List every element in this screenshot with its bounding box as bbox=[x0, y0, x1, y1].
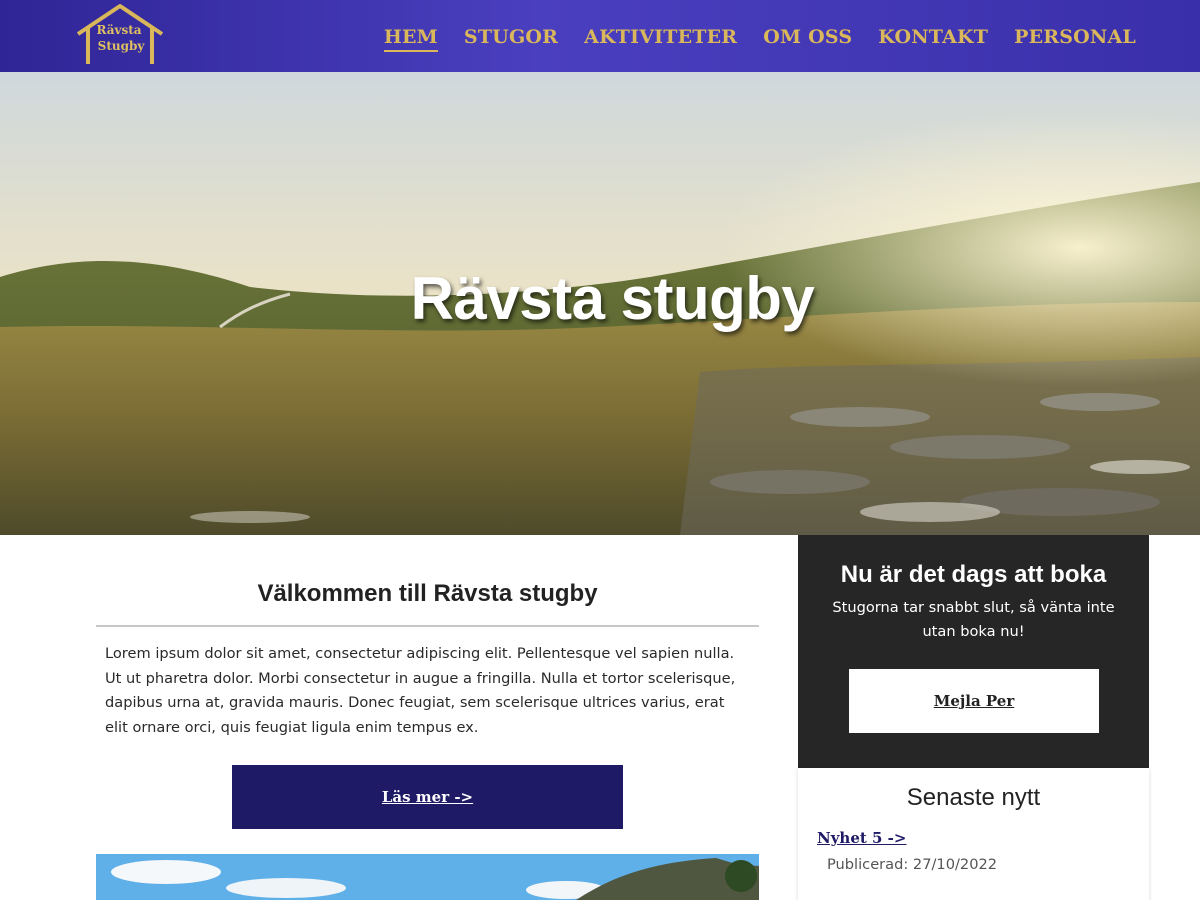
main-nav: HEM STUGOR AKTIVITETER OM OSS KONTAKT PE… bbox=[358, 26, 1136, 52]
site-logo[interactable]: Rävsta Stugby bbox=[74, 2, 166, 68]
nav-item-om-oss[interactable]: OM OSS bbox=[763, 26, 852, 52]
hero-banner: Rävsta stugby bbox=[0, 72, 1200, 535]
nav-item-stugor[interactable]: STUGOR bbox=[464, 26, 558, 52]
welcome-text: Lorem ipsum dolor sit amet, consectetur … bbox=[105, 645, 736, 736]
mountain-lake-image bbox=[96, 854, 759, 900]
logo-text-line1: Rävsta bbox=[96, 23, 142, 37]
news-title: Senaste nytt bbox=[906, 784, 1041, 811]
logo-text-line2: Stugby bbox=[97, 39, 145, 53]
welcome-heading: Välkommen till Rävsta stugby bbox=[257, 580, 598, 607]
news-item-link[interactable]: Nyhet 5 -> bbox=[817, 829, 906, 847]
read-more-button[interactable]: Läs mer -> bbox=[232, 765, 623, 829]
news-panel: Senaste nytt Nyhet 5 -> Publicerad: 27/1… bbox=[798, 768, 1149, 900]
nav-item-kontakt[interactable]: KONTAKT bbox=[878, 26, 988, 52]
nav-item-aktiviteter[interactable]: AKTIVITETER bbox=[584, 26, 737, 52]
booking-subtitle: Stugorna tar snabbt slut, så vänta inte … bbox=[832, 599, 1115, 640]
nav-item-personal[interactable]: PERSONAL bbox=[1014, 26, 1136, 52]
nav-item-hem[interactable]: HEM bbox=[383, 26, 438, 52]
hero-title: Rävsta stugby bbox=[410, 265, 815, 332]
divider bbox=[96, 625, 759, 627]
booking-panel: Nu är det dags att boka Stugorna tar sna… bbox=[798, 535, 1149, 768]
site-header: Rävsta Stugby HEM STUGOR AKTIVITETER OM … bbox=[0, 0, 1200, 72]
email-per-button[interactable]: Mejla Per bbox=[849, 669, 1099, 733]
news-item-date: Publicerad: 27/10/2022 bbox=[827, 856, 998, 873]
booking-title: Nu är det dags att boka bbox=[840, 561, 1107, 588]
